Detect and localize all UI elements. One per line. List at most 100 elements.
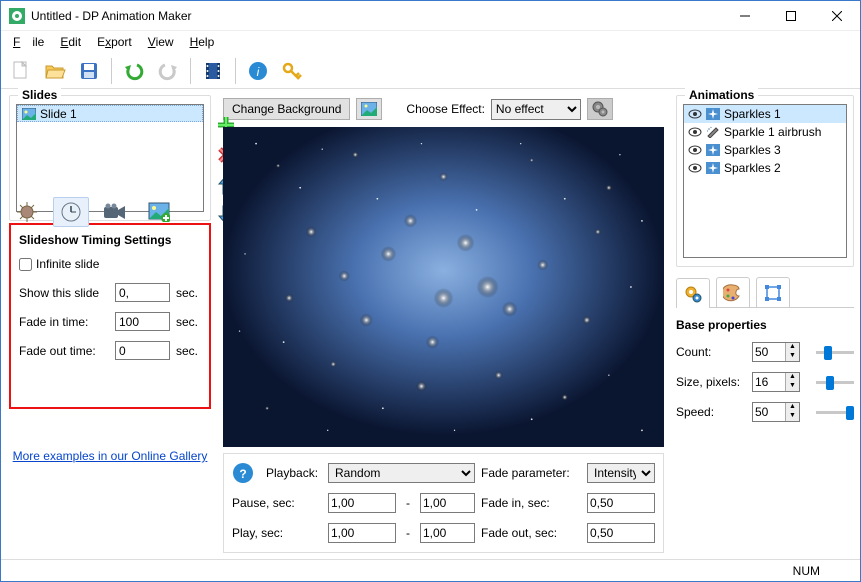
new-button[interactable] [7, 57, 35, 85]
slides-list[interactable]: Slide 1 [16, 104, 204, 212]
playback-panel: ? Playback: Random Fade parameter: Inten… [223, 453, 664, 553]
toolbar: i [1, 53, 860, 89]
slides-panel-label: Slides [18, 88, 61, 102]
open-button[interactable] [41, 57, 69, 85]
show-slide-label: Show this slide [19, 286, 109, 300]
sparkle-icon [706, 162, 720, 174]
eye-icon[interactable] [688, 161, 702, 175]
tab-wheel[interactable] [9, 197, 45, 227]
sec-label: sec. [176, 344, 198, 358]
svg-text:i: i [257, 65, 260, 79]
menubar: File Edit Export View Help [1, 31, 860, 53]
window-title: Untitled - DP Animation Maker [31, 9, 722, 23]
slide-item-label: Slide 1 [40, 107, 77, 121]
pause-label: Pause, sec: [232, 496, 322, 510]
menu-export[interactable]: Export [91, 33, 138, 51]
maximize-button[interactable] [768, 1, 814, 31]
count-slider[interactable] [816, 351, 854, 354]
effect-select[interactable]: No effect [491, 99, 581, 120]
undo-button[interactable] [120, 57, 148, 85]
playback-mode-select[interactable]: Random [328, 463, 475, 483]
animation-label: Sparkles 1 [724, 107, 781, 121]
fade-param-label: Fade parameter: [481, 466, 581, 480]
size-slider[interactable] [816, 381, 854, 384]
save-button[interactable] [75, 57, 103, 85]
fadeout-label: Fade out time: [19, 344, 109, 358]
animations-list[interactable]: Sparkles 1 Sparkle 1 airbrush Sparkles 3… [683, 104, 847, 258]
fade-param-select[interactable]: Intensity [587, 463, 655, 483]
speed-spinner[interactable]: ▲▼ [752, 402, 800, 422]
tab-bounds[interactable] [756, 277, 790, 307]
play-label: Play, sec: [232, 526, 322, 540]
num-lock-indicator: NUM [793, 564, 820, 578]
titlebar: Untitled - DP Animation Maker [1, 1, 860, 31]
slide-thumb-icon [22, 108, 36, 120]
fadeout-sec-label: Fade out, sec: [481, 526, 581, 540]
dash: - [402, 526, 414, 540]
animation-label: Sparkles 3 [724, 143, 781, 157]
menu-edit[interactable]: Edit [54, 33, 87, 51]
eye-icon[interactable] [688, 107, 702, 121]
airbrush-icon [706, 126, 720, 138]
tab-gears[interactable] [676, 278, 710, 308]
show-slide-input[interactable] [115, 283, 170, 302]
eye-icon[interactable] [688, 125, 702, 139]
menu-view[interactable]: View [142, 33, 180, 51]
sec-label: sec. [176, 286, 198, 300]
animation-label: Sparkle 1 airbrush [724, 125, 821, 139]
sparkle-icon [706, 144, 720, 156]
sec-label: sec. [176, 315, 198, 329]
fadein-input[interactable] [115, 312, 170, 331]
dash: - [402, 496, 414, 510]
animation-item[interactable]: Sparkle 1 airbrush [684, 123, 846, 141]
fadeout-input[interactable] [115, 341, 170, 360]
pause-min-input[interactable] [328, 493, 396, 513]
infinite-slide-checkbox[interactable] [19, 258, 32, 271]
help-icon[interactable]: ? [232, 462, 260, 484]
background-picker-button[interactable] [356, 98, 382, 120]
fadeout-sec-input[interactable] [587, 523, 655, 543]
pause-max-input[interactable] [420, 493, 475, 513]
speed-label: Speed: [676, 405, 746, 419]
size-label: Size, pixels: [676, 375, 746, 389]
animation-item[interactable]: Sparkles 2 [684, 159, 846, 177]
tab-timing[interactable] [53, 197, 89, 227]
animation-item[interactable]: Sparkles 3 [684, 141, 846, 159]
size-spinner[interactable]: ▲▼ [752, 372, 800, 392]
tab-camera[interactable] [97, 197, 133, 227]
menu-file[interactable]: File [7, 33, 50, 51]
app-icon [9, 8, 25, 24]
infinite-slide-label: Infinite slide [36, 257, 99, 271]
play-min-input[interactable] [328, 523, 396, 543]
fadein-label: Fade in time: [19, 315, 109, 329]
animation-item[interactable]: Sparkles 1 [684, 105, 846, 123]
animation-label: Sparkles 2 [724, 161, 781, 175]
statusbar: NUM [1, 559, 860, 581]
fadein-sec-label: Fade in, sec: [481, 496, 581, 510]
animations-panel-label: Animations [685, 88, 758, 102]
key-button[interactable] [278, 57, 306, 85]
play-max-input[interactable] [420, 523, 475, 543]
tab-palette[interactable] [716, 277, 750, 307]
speed-slider[interactable] [816, 411, 854, 414]
svg-text:?: ? [239, 467, 246, 481]
slide-item[interactable]: Slide 1 [17, 105, 203, 122]
redo-button[interactable] [154, 57, 182, 85]
film-button[interactable] [199, 57, 227, 85]
menu-help[interactable]: Help [184, 33, 221, 51]
count-spinner[interactable]: ▲▼ [752, 342, 800, 362]
sparkle-icon [706, 108, 720, 120]
effect-settings-button[interactable] [587, 98, 613, 120]
change-background-button[interactable]: Change Background [223, 98, 350, 120]
preview-canvas[interactable] [223, 127, 664, 447]
timing-header: Slideshow Timing Settings [19, 233, 201, 247]
choose-effect-label: Choose Effect: [406, 102, 485, 116]
info-button[interactable]: i [244, 57, 272, 85]
close-button[interactable] [814, 1, 860, 31]
gallery-link[interactable]: More examples in our Online Gallery [9, 449, 211, 463]
eye-icon[interactable] [688, 143, 702, 157]
tab-picture[interactable] [141, 197, 177, 227]
minimize-button[interactable] [722, 1, 768, 31]
fadein-sec-input[interactable] [587, 493, 655, 513]
base-properties-header: Base properties [676, 318, 854, 332]
